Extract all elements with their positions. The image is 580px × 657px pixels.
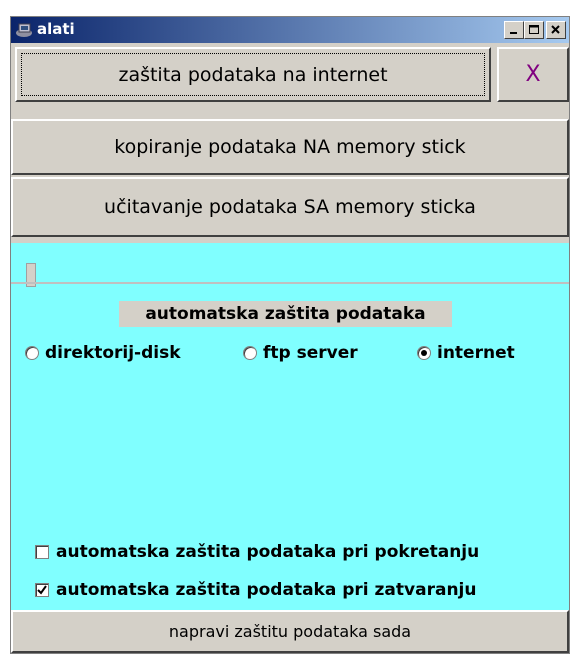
radio-circle[interactable] [25, 346, 39, 360]
maximize-button[interactable] [524, 21, 544, 39]
minimize-button[interactable] [504, 21, 524, 39]
load-from-stick-label: učitavanje podataka SA memory sticka [104, 196, 476, 218]
copy-to-stick-label: kopiranje podataka NA memory stick [114, 136, 466, 158]
load-from-stick-button[interactable]: učitavanje podataka SA memory sticka [11, 177, 569, 237]
close-x-label: X [525, 62, 541, 87]
backup-now-label: napravi zaštitu podataka sada [168, 622, 412, 641]
checkbox-backup-on-start[interactable]: automatska zaštita podataka pri pokretan… [35, 542, 479, 562]
minimize-icon [510, 32, 517, 34]
radio-ftp-server[interactable]: ftp server [243, 343, 358, 363]
maximize-icon [529, 25, 539, 34]
checkbox-label: automatska zaštita podataka pri pokretan… [56, 542, 480, 562]
backup-now-button[interactable]: napravi zaštitu podataka sada [11, 610, 569, 653]
copy-to-stick-button[interactable]: kopiranje podataka NA memory stick [11, 119, 569, 175]
title-bar[interactable]: alati [11, 17, 569, 43]
radio-internet[interactable]: internet [417, 343, 515, 363]
radio-circle-selected[interactable] [417, 346, 431, 360]
checkbox-box-checked[interactable] [35, 583, 49, 597]
radio-label: internet [437, 343, 515, 363]
checkmark-icon [37, 585, 47, 595]
close-icon [551, 25, 560, 34]
internet-backup-button[interactable]: zaštita podataka na internet [15, 47, 491, 102]
app-icon [16, 23, 32, 37]
app-window: alati zaštita podataka na internet X kop… [10, 16, 570, 654]
radio-directory-disk[interactable]: direktorij-disk [25, 343, 181, 363]
close-window-button[interactable] [546, 21, 566, 39]
divider [11, 282, 569, 284]
checkbox-box[interactable] [35, 545, 49, 559]
window-title: alati [37, 20, 75, 38]
auto-backup-title: automatska zaštita podataka [119, 301, 452, 327]
radio-label: ftp server [263, 343, 358, 363]
radio-circle[interactable] [243, 346, 257, 360]
checkbox-label: automatska zaštita podataka pri zatvaran… [56, 580, 477, 600]
radio-label: direktorij-disk [45, 343, 181, 363]
close-x-button[interactable]: X [497, 47, 569, 102]
checkbox-backup-on-close[interactable]: automatska zaštita podataka pri zatvaran… [35, 580, 476, 600]
